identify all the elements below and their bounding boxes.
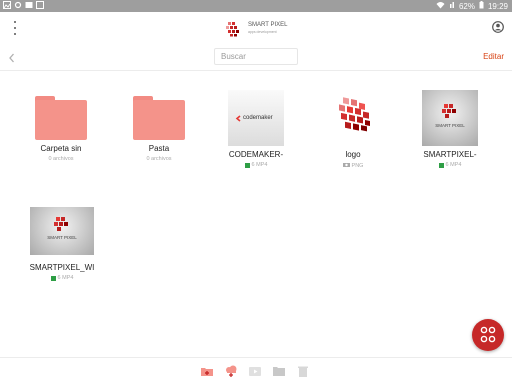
bottom-toolbar — [0, 357, 512, 385]
toolbar: Editar — [0, 44, 512, 71]
account-icon[interactable] — [492, 20, 504, 33]
cloud-upload-icon[interactable] — [224, 364, 238, 378]
thumbnail-text: codemaker — [243, 115, 273, 121]
item-name: SMARTPIXEL_WI — [29, 263, 95, 272]
new-folder-icon[interactable] — [200, 364, 214, 378]
trash-icon[interactable] — [296, 364, 310, 378]
play-icon[interactable] — [248, 364, 262, 378]
video-thumbnail: SMART PIXEL — [422, 90, 478, 146]
item-name: CODEMAKER- — [228, 150, 284, 159]
video-badge-icon — [50, 275, 56, 281]
item-meta: 6 MP4 — [216, 162, 296, 168]
item-meta: PNG — [313, 162, 393, 169]
item-name: SMARTPIXEL- — [423, 150, 477, 159]
nodes-icon — [480, 326, 496, 343]
file-item-video-smartpixel-wi[interactable]: SMART PIXEL SMARTPIXEL_WI 6 MP4 — [22, 207, 102, 281]
brand-tagline: apps development — [248, 30, 277, 34]
status-bar: 62% 19:29 — [0, 0, 512, 12]
move-folder-icon[interactable] — [272, 364, 286, 378]
battery-icon — [479, 1, 484, 11]
wifi-icon — [436, 1, 445, 11]
item-name: Carpeta sin — [40, 144, 82, 153]
search-input[interactable] — [214, 48, 298, 65]
file-item-folder-pasta[interactable]: Pasta 0 archivos — [119, 88, 199, 162]
video-thumbnail: codemaker — [228, 90, 284, 146]
image-notification-icon — [3, 1, 11, 9]
video-badge-icon — [244, 162, 250, 168]
file-item-image-logo[interactable]: logo PNG — [313, 90, 393, 169]
actions-fab-button[interactable] — [472, 319, 504, 351]
box-notification-icon — [25, 1, 33, 9]
clock: 19:29 — [487, 1, 508, 11]
smartpixel-logo-icon — [226, 22, 239, 37]
settings-notification-icon — [14, 1, 22, 9]
item-meta: 6 MP4 — [22, 275, 102, 281]
file-item-video-codemaker[interactable]: codemaker CODEMAKER- 6 MP4 — [216, 90, 296, 168]
thumbnail-text: SMART PIXEL — [435, 123, 465, 128]
item-meta: 0 archivos — [146, 156, 172, 162]
file-item-folder-carpeta[interactable]: Carpeta sin 0 archivos — [21, 88, 101, 162]
video-thumbnail: SMART PIXEL — [30, 207, 94, 255]
item-name: Pasta — [148, 144, 170, 153]
smartpixel-logo-icon — [442, 104, 456, 118]
smartpixel-logo-icon — [339, 97, 370, 132]
item-meta: 6 MP4 — [410, 162, 490, 168]
edit-button[interactable]: Editar — [483, 52, 504, 61]
folder-icon — [35, 96, 87, 140]
brand-name: SMART PIXEL — [248, 22, 288, 28]
file-item-video-smartpixel[interactable]: SMART PIXEL SMARTPIXEL- 6 MP4 — [410, 90, 490, 168]
folder-icon — [133, 96, 185, 140]
smartpixel-logo-icon — [54, 217, 68, 231]
camera-icon — [342, 162, 350, 169]
menu-kebab-icon[interactable] — [10, 21, 20, 35]
image-notification-icon-2 — [36, 1, 44, 9]
item-name: logo — [345, 150, 361, 159]
app-header: SMART PIXEL apps development — [0, 12, 512, 44]
video-badge-icon — [438, 162, 444, 168]
image-thumbnail — [325, 90, 381, 146]
battery-percent: 62% — [458, 1, 475, 11]
signal-icon — [449, 1, 455, 11]
thumbnail-text: SMART PIXEL — [47, 235, 77, 240]
back-chevron-icon[interactable] — [7, 51, 17, 63]
brand-logo: SMART PIXEL apps development — [226, 18, 287, 40]
item-meta: 0 archivos — [48, 156, 74, 162]
